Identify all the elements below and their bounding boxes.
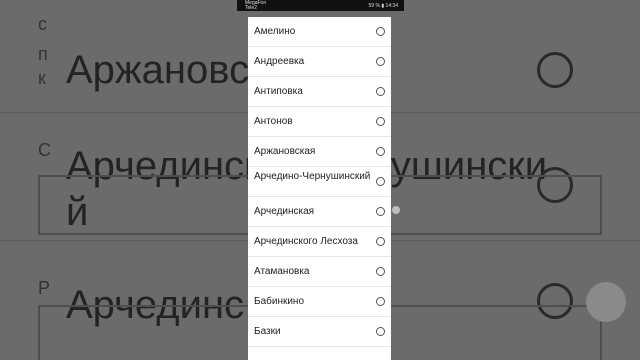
radio-icon[interactable] [376, 27, 385, 36]
touch-indicator [392, 206, 400, 214]
item-label: Антиповка [254, 86, 303, 97]
bg-text-fragment: к [38, 68, 46, 88]
bg-text-fragment: Р [38, 278, 51, 298]
item-label: Антонов [254, 116, 293, 127]
item-label: Андреевка [254, 56, 305, 67]
status-right: 59 % ▮ 14:34 [369, 3, 398, 9]
list-item[interactable]: Арчединского Лесхоза [248, 227, 391, 257]
item-label: Аржановская [254, 146, 316, 157]
radio-icon[interactable] [376, 207, 385, 216]
item-label: Атамановка [254, 266, 310, 277]
bg-text-fragment: п [38, 44, 48, 64]
radio-icon[interactable] [376, 327, 385, 336]
radio-icon[interactable] [376, 117, 385, 126]
list-item[interactable]: Амелино [248, 17, 391, 47]
item-label: Амелино [254, 26, 296, 37]
radio-icon[interactable] [376, 177, 385, 186]
list-item[interactable]: Андреевка [248, 47, 391, 77]
battery-percent: 59 % [368, 3, 380, 9]
radio-icon[interactable] [376, 297, 385, 306]
list-item[interactable]: Атамановка [248, 257, 391, 287]
list-item[interactable]: Антиповка [248, 77, 391, 107]
item-label: Арчединского Лесхоза [254, 236, 358, 247]
item-label: Бабинкино [254, 296, 305, 307]
radio-icon[interactable] [376, 57, 385, 66]
radio-icon[interactable] [376, 267, 385, 276]
radio-icon[interactable] [376, 237, 385, 246]
battery-icon: ▮ [381, 3, 385, 9]
list-item[interactable]: Антонов [248, 107, 391, 137]
bg-floating-button [586, 282, 626, 322]
bg-radio-icon [537, 52, 573, 88]
list-item[interactable]: Бабинкино [248, 287, 391, 317]
radio-icon[interactable] [376, 147, 385, 156]
list-item[interactable]: Арчедино-Чернушинский [248, 167, 391, 197]
list-item[interactable]: Аржановская [248, 137, 391, 167]
item-label: Базки [254, 326, 281, 337]
bg-text-fragment: С [38, 140, 51, 160]
item-label: Арчедино-Чернушинский [254, 171, 371, 182]
item-label: Арчединская [254, 206, 315, 217]
carrier-name-secondary: Tele2 [245, 4, 257, 11]
bg-text-fragment: с [38, 14, 47, 34]
selection-dialog: Амелино Андреевка Антиповка Антонов Аржа… [248, 17, 391, 360]
clock: 14:34 [385, 3, 398, 9]
list-item[interactable]: Базки [248, 317, 391, 347]
carrier-info: MegaFon Tele2 [245, 1, 266, 10]
radio-icon[interactable] [376, 87, 385, 96]
list-item[interactable]: Арчединская [248, 197, 391, 227]
status-bar: MegaFon Tele2 59 % ▮ 14:34 [237, 0, 404, 11]
